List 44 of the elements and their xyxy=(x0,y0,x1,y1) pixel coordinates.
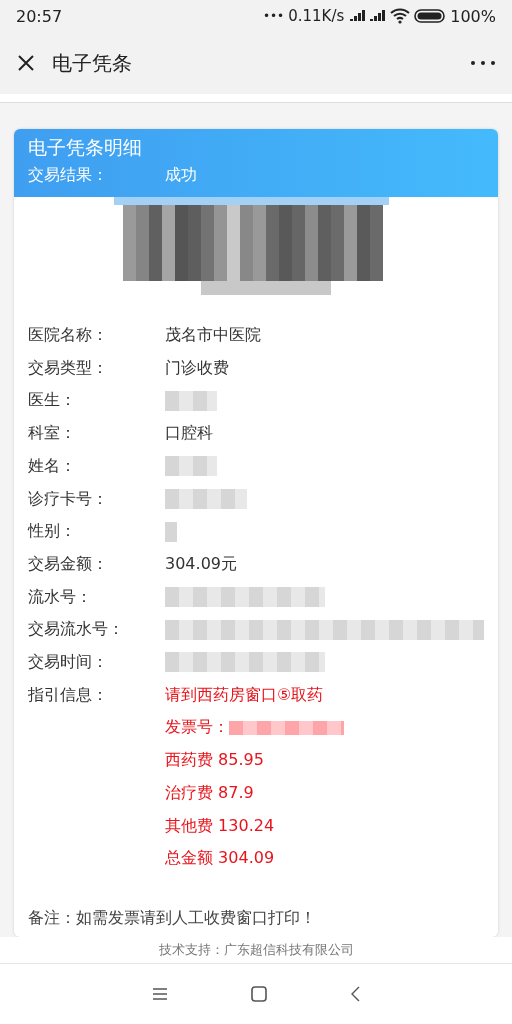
field-label: 交易时间： xyxy=(28,651,109,674)
field-label: 流水号： xyxy=(28,585,93,608)
field-label: 交易流水号： xyxy=(28,618,125,641)
field-label: 姓名： xyxy=(28,454,77,477)
signal-icon xyxy=(348,9,367,23)
more-icon[interactable] xyxy=(470,60,496,66)
guide-text: 其他费 130.24 xyxy=(165,814,276,837)
redacted-value xyxy=(165,521,177,542)
field-label: 诊疗卡号： xyxy=(28,487,109,510)
clock: 20:57 xyxy=(16,6,63,26)
page-title: 电子凭条 xyxy=(52,49,132,77)
field-value: 304.09元 xyxy=(165,552,237,575)
guide-text: 西药费 85.95 xyxy=(165,749,265,772)
signal-icon xyxy=(370,9,387,23)
guide-text: 治疗费 87.9 xyxy=(165,781,255,804)
guide-text: 发票号： xyxy=(165,716,229,739)
card-title: 电子凭条明细 xyxy=(28,135,143,160)
field-value: 口腔科 xyxy=(165,422,213,445)
network-speed: 0.11K/s xyxy=(288,7,345,25)
back-icon[interactable] xyxy=(350,986,361,1002)
field-label: 科室： xyxy=(28,422,77,445)
redacted-value xyxy=(165,456,217,477)
home-icon[interactable] xyxy=(251,986,267,1002)
field-value: 茂名市中医院 xyxy=(165,324,261,346)
wifi-icon xyxy=(390,8,411,24)
field-label: 交易类型： xyxy=(28,356,109,379)
guide-text: 总金额 304.09 xyxy=(165,847,276,870)
guide-text: 请到西药房窗口⑤取药 xyxy=(165,683,325,706)
field-label: 指引信息： xyxy=(28,683,109,706)
remark-text: 备注：如需发票请到人工收费窗口打印！ xyxy=(28,908,317,929)
field-label: 性别： xyxy=(28,520,77,543)
battery-icon xyxy=(414,8,447,24)
field-label: 医生： xyxy=(28,389,77,412)
footer-text: 技术支持：广东超信科技有限公司 xyxy=(0,937,512,963)
field-label: 医院名称： xyxy=(28,324,109,346)
close-icon[interactable] xyxy=(16,53,36,73)
field-value: 门诊收费 xyxy=(165,356,229,379)
result-value: 成功 xyxy=(165,164,197,186)
field-label: 交易金额： xyxy=(28,552,109,575)
battery-level: 100% xyxy=(450,6,496,26)
field-label: 交易结果： xyxy=(28,164,109,186)
redacted-value xyxy=(165,390,217,411)
menu-icon[interactable] xyxy=(151,987,168,1001)
more-icon: ••• xyxy=(262,9,285,23)
